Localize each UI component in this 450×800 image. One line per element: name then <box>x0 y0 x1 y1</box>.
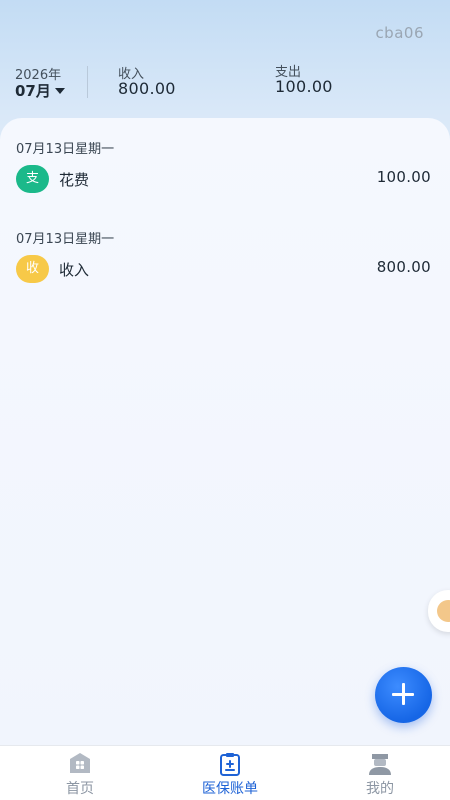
month-label: 07月 <box>15 82 51 100</box>
record-name: 花费 <box>59 171 90 189</box>
tab-medical-bill-label: 医保账单 <box>202 781 258 797</box>
expense-total: 100.00 <box>275 77 333 96</box>
tab-mine[interactable]: 我的 <box>305 746 450 800</box>
record-amount: 800.00 <box>376 258 431 276</box>
user-name: cba06 <box>375 24 424 42</box>
bottom-tabbar: 首页 医保账单 我的 <box>0 745 450 800</box>
assistant-icon <box>437 600 450 622</box>
record-name: 收入 <box>59 261 90 279</box>
tab-home-label: 首页 <box>66 781 94 797</box>
record-item[interactable]: 收 收入 800.00 <box>0 255 450 289</box>
expense-badge: 支 <box>16 165 49 193</box>
group-date: 07月13日星期一 <box>16 232 115 247</box>
add-record-button[interactable] <box>375 667 432 723</box>
tab-medical-bill[interactable]: 医保账单 <box>155 746 305 800</box>
app-screen: cba06 2026年 07月 收入 800.00 支出 100.00 07月1… <box>0 0 450 800</box>
record-amount: 100.00 <box>376 168 431 186</box>
tab-home[interactable]: 首页 <box>5 746 155 800</box>
caret-down-icon <box>54 87 65 94</box>
record-item[interactable]: 支 花费 100.00 <box>0 165 450 199</box>
user-icon <box>369 754 391 775</box>
clipboard-icon <box>220 753 240 776</box>
header-divider <box>87 66 88 98</box>
home-icon <box>70 753 90 773</box>
records-list: 07月13日星期一 支 花费 100.00 07月13日星期一 收 收入 800… <box>0 118 450 758</box>
group-date: 07月13日星期一 <box>16 142 115 157</box>
month-picker[interactable]: 07月 <box>15 80 65 101</box>
tab-mine-label: 我的 <box>366 781 394 797</box>
income-badge: 收 <box>16 255 49 283</box>
summary-header: cba06 2026年 07月 收入 800.00 支出 100.00 <box>0 0 450 130</box>
income-total: 800.00 <box>118 79 176 98</box>
